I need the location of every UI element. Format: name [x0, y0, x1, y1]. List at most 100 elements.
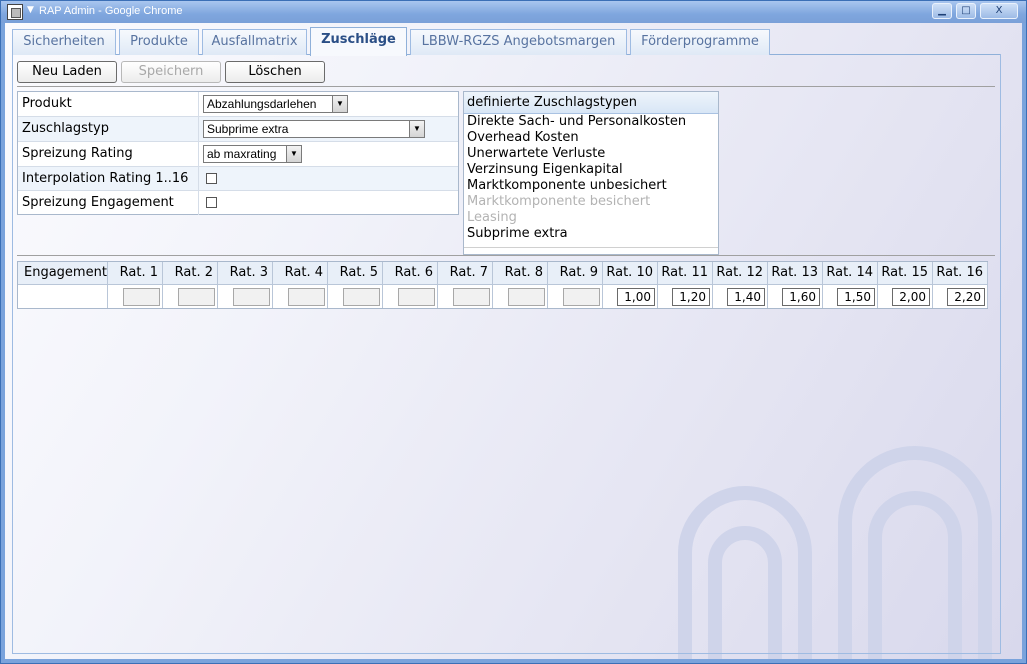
- reload-button[interactable]: Neu Laden: [17, 61, 117, 83]
- grid-cell-rating-10: 1,00: [603, 285, 658, 308]
- rating-15-input[interactable]: 2,00: [892, 288, 930, 306]
- grid-cell-rating-3: [218, 285, 273, 308]
- grid-cell-rating-5: [328, 285, 383, 308]
- minimize-button[interactable]: ▁: [932, 3, 952, 19]
- grid-cell-rating-8: [493, 285, 548, 308]
- zuschlagstyp-select-value: Subprime extra: [207, 122, 289, 136]
- grid-header-rating-5: Rat. 5: [328, 262, 383, 285]
- produkt-select[interactable]: Abzahlungsdarlehen ▼: [203, 95, 348, 113]
- list-item[interactable]: Marktkomponente besichert: [464, 194, 718, 210]
- rating-1-input[interactable]: [123, 288, 160, 306]
- list-item[interactable]: Overhead Kosten: [464, 130, 718, 146]
- list-item[interactable]: Verzinsung Eigenkapital: [464, 162, 718, 178]
- grid-header-rating-11: Rat. 11: [658, 262, 713, 285]
- list-scroll-area[interactable]: [464, 247, 718, 254]
- list-header: definierte Zuschlagstypen: [464, 92, 718, 114]
- spreizung-engagement-label: Spreizung Engagement: [22, 195, 174, 210]
- list-item[interactable]: Direkte Sach- und Personalkosten: [464, 114, 718, 130]
- rating-5-input[interactable]: [343, 288, 380, 306]
- grid-divider: [17, 255, 995, 256]
- spreizung-engagement-checkbox[interactable]: [206, 197, 217, 208]
- rating-7-input[interactable]: [453, 288, 490, 306]
- list-item[interactable]: Unerwartete Verluste: [464, 146, 718, 162]
- form-row-spreizung-rating: Spreizung Rating ab maxrating ▼: [18, 142, 458, 167]
- grid-header-rating-13: Rat. 13: [768, 262, 823, 285]
- zuschlagstypen-list: definierte Zuschlagstypen Direkte Sach- …: [463, 91, 719, 255]
- zuschlagstyp-label: Zuschlagstyp: [22, 121, 109, 136]
- grid-header-rating-6: Rat. 6: [383, 262, 438, 285]
- browser-window: ▼ RAP Admin - Google Chrome ▁ □ X Sicher…: [0, 0, 1027, 664]
- rating-9-input[interactable]: [563, 288, 600, 306]
- grid-header-rating-10: Rat. 10: [603, 262, 658, 285]
- grid-header-rating-8: Rat. 8: [493, 262, 548, 285]
- save-button[interactable]: Speichern: [121, 61, 221, 83]
- rating-13-input[interactable]: 1,60: [782, 288, 820, 306]
- grid-header-rating-15: Rat. 15: [878, 262, 933, 285]
- grid-header-rating-2: Rat. 2: [163, 262, 218, 285]
- grid-header-rating-14: Rat. 14: [823, 262, 878, 285]
- rating-8-input[interactable]: [508, 288, 545, 306]
- form-row-produkt: Produkt Abzahlungsdarlehen ▼: [18, 92, 458, 117]
- grid-cell-rating-14: 1,50: [823, 285, 878, 308]
- produkt-label: Produkt: [22, 96, 72, 111]
- rating-14-input[interactable]: 1,50: [837, 288, 875, 306]
- tab-produkte[interactable]: Produkte: [119, 29, 199, 55]
- list-item[interactable]: Subprime extra: [464, 226, 718, 242]
- grid-header-rating-7: Rat. 7: [438, 262, 493, 285]
- app-content: Sicherheiten Produkte Ausfallmatrix Zusc…: [5, 23, 1022, 659]
- grid-header-rating-1: Rat. 1: [108, 262, 163, 285]
- form-row-spreizung-engagement: Spreizung Engagement: [18, 191, 458, 215]
- grid-cell-rating-2: [163, 285, 218, 308]
- window-menu-icon[interactable]: ▼: [27, 5, 34, 15]
- grid-cell-rating-7: [438, 285, 493, 308]
- close-button[interactable]: X: [980, 3, 1018, 19]
- grid-header-rating-4: Rat. 4: [273, 262, 328, 285]
- rating-12-input[interactable]: 1,40: [727, 288, 765, 306]
- tab-sicherheiten[interactable]: Sicherheiten: [12, 29, 116, 55]
- list-items: Direkte Sach- und Personalkosten Overhead…: [464, 114, 718, 242]
- tab-lbbw-rgzs-angebotsmargen[interactable]: LBBW-RGZS Angebotsmargen: [410, 29, 627, 55]
- rating-3-input[interactable]: [233, 288, 270, 306]
- title-bar: ▼ RAP Admin - Google Chrome ▁ □ X: [1, 1, 1026, 23]
- chevron-down-icon[interactable]: ▼: [286, 146, 301, 162]
- grid-cell-rating-11: 1,20: [658, 285, 713, 308]
- spreizung-rating-label: Spreizung Rating: [22, 146, 133, 161]
- list-item[interactable]: Leasing: [464, 210, 718, 226]
- grid-cell-rating-13: 1,60: [768, 285, 823, 308]
- grid-header-engagement: Engagement: [18, 262, 108, 285]
- rating-16-input[interactable]: 2,20: [947, 288, 985, 306]
- grid-cell-rating-4: [273, 285, 328, 308]
- grid-header-rating-3: Rat. 3: [218, 262, 273, 285]
- rating-11-input[interactable]: 1,20: [672, 288, 710, 306]
- zuschlag-form: Produkt Abzahlungsdarlehen ▼ Zuschlagsty…: [17, 91, 459, 215]
- chevron-down-icon[interactable]: ▼: [409, 121, 424, 137]
- list-item[interactable]: Marktkomponente unbesichert: [464, 178, 718, 194]
- rating-2-input[interactable]: [178, 288, 215, 306]
- delete-button[interactable]: Löschen: [225, 61, 325, 83]
- rating-10-input[interactable]: 1,00: [617, 288, 655, 306]
- app-icon[interactable]: [7, 4, 23, 20]
- form-row-zuschlagstyp: Zuschlagstyp Subprime extra ▼: [18, 117, 458, 142]
- spreizung-rating-select-value: ab maxrating: [207, 147, 277, 161]
- tab-zuschlaege[interactable]: Zuschläge: [310, 27, 407, 56]
- window-title: RAP Admin - Google Chrome: [39, 5, 183, 17]
- tab-strip: Sicherheiten Produkte Ausfallmatrix Zusc…: [12, 27, 1001, 56]
- rating-6-input[interactable]: [398, 288, 435, 306]
- tab-foerderprogramme[interactable]: Förderprogramme: [630, 29, 770, 55]
- form-row-interpolation: Interpolation Rating 1..16: [18, 167, 458, 191]
- tab-ausfallmatrix[interactable]: Ausfallmatrix: [202, 29, 307, 55]
- grid-header-rating-16: Rat. 16: [933, 262, 988, 285]
- grid-header-rating-9: Rat. 9: [548, 262, 603, 285]
- grid-cell-engagement[interactable]: [18, 285, 108, 308]
- grid-cell-rating-1: [108, 285, 163, 308]
- rating-grid: Engagement Rat. 1 Rat. 2 Rat. 3 Rat. 4 Rat. 5…: [17, 261, 988, 309]
- rating-4-input[interactable]: [288, 288, 325, 306]
- interpolation-checkbox[interactable]: [206, 173, 217, 184]
- grid-cell-rating-6: [383, 285, 438, 308]
- maximize-button[interactable]: □: [956, 3, 976, 19]
- chevron-down-icon[interactable]: ▼: [332, 96, 347, 112]
- grid-header-rating-12: Rat. 12: [713, 262, 768, 285]
- zuschlagstyp-select[interactable]: Subprime extra ▼: [203, 120, 425, 138]
- spreizung-rating-select[interactable]: ab maxrating ▼: [203, 145, 302, 163]
- grid-cell-rating-9: [548, 285, 603, 308]
